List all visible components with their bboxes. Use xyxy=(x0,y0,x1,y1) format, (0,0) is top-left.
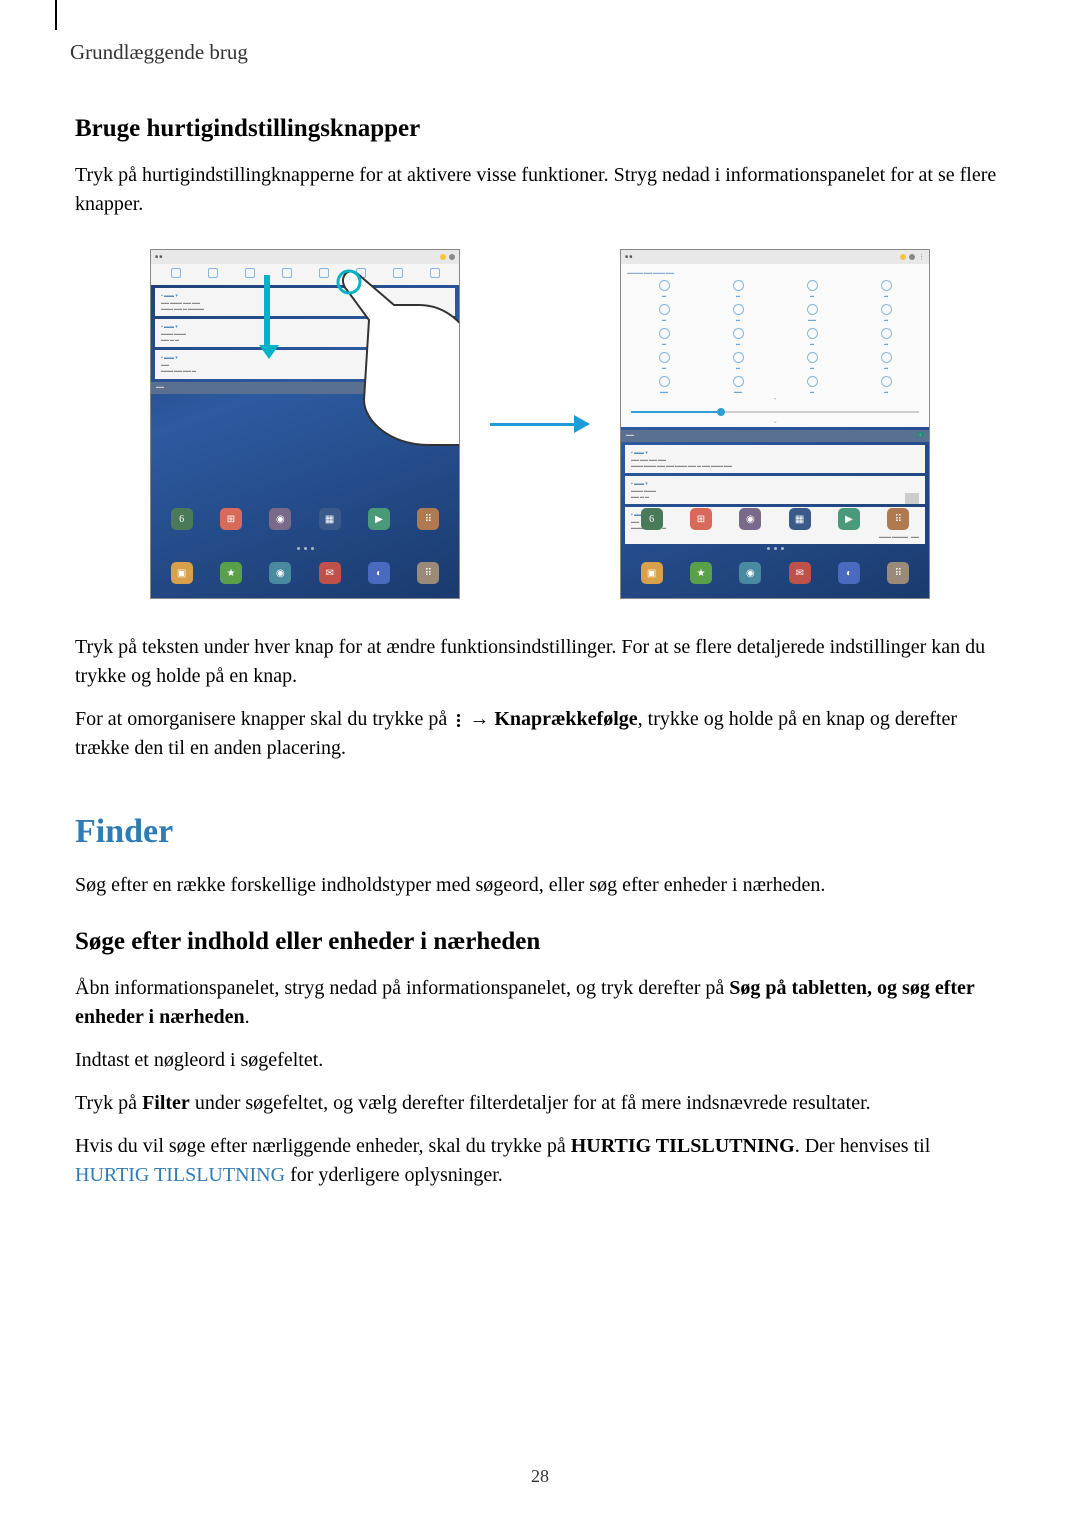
notification-card: ▪ ▬▬ ▾ ▬▬ ▬▬▬ ▬▬ ▬▬ ▬ xyxy=(155,350,455,378)
top-margin-rule xyxy=(55,0,57,30)
action-label: Filter xyxy=(142,1092,190,1114)
figure-device-collapsed: ■ ■ ▪ ▬▬ ▾ ▬▬ ▬▬▬ ▬▬ ▬▬ ▬▬▬ ▬▬ ▬ ▬▬▬▬ ▪ … xyxy=(150,249,460,599)
page-indicator xyxy=(621,547,929,550)
para-finder-quickconnect: Hvis du vil søge efter nærliggende enhed… xyxy=(75,1132,1005,1190)
text: Tryk på xyxy=(75,1092,142,1114)
figure-row: ■ ■ ▪ ▬▬ ▾ ▬▬ ▬▬▬ ▬▬ ▬▬ ▬▬▬ ▬▬ ▬ ▬▬▬▬ ▪ … xyxy=(75,249,1005,599)
dock-row-upper: 6 ⊞ ◉ ▦ ▶ ⠿ xyxy=(621,508,929,530)
text: . Der henvises til xyxy=(795,1135,931,1157)
menu-item-label: Knaprækkefølge xyxy=(494,708,637,730)
status-bar: ■ ■ ⋮ xyxy=(621,250,929,264)
text: . xyxy=(245,1006,250,1028)
para-finder-intro: Søg efter en række forskellige indholdst… xyxy=(75,871,1005,900)
action-label: HURTIG TILSLUTNING xyxy=(571,1135,795,1157)
page-number: 28 xyxy=(0,1466,1080,1487)
page-content: Grundlæggende brug Bruge hurtigindstilli… xyxy=(0,0,1080,1190)
text: Hvis du vil søge efter nærliggende enhed… xyxy=(75,1135,571,1157)
dock-row-lower: ▣ ★ ◉ ✉ ◐ ⠿ xyxy=(621,562,929,584)
panel-footer-bar: ▬▬ xyxy=(151,382,459,394)
status-bar: ■ ■ xyxy=(151,250,459,264)
status-time: ■ ■ xyxy=(155,255,162,260)
running-header: Grundlæggende brug xyxy=(70,40,1005,65)
notification-card: ▪ ▬▬ ▾ ▬▬▬ ▬▬▬ ▬▬ ▬ ▬ xyxy=(625,476,925,504)
status-time: ■ ■ xyxy=(625,255,632,260)
more-options-icon xyxy=(452,712,464,729)
panel-footer-bar: ▬▬▪ xyxy=(621,430,929,442)
text: for yderligere oplysninger. xyxy=(285,1164,503,1186)
notification-card: ▪ ▬▬ ▾ ▬▬ ▬▬▬ ▬▬ ▬▬ ▬▬▬ ▬▬ ▬ ▬▬▬▬ xyxy=(155,288,455,316)
notification-card: ▪ ▬▬ ▾ ▬▬▬ ▬▬▬ ▬▬ ▬ ▬ xyxy=(155,319,455,347)
dock-row-upper: 6 ⊞ ◉ ▦ ▶ ⠿ xyxy=(151,508,459,530)
para-qs-intro: Tryk på hurtigindstillingknapperne for a… xyxy=(75,161,1005,219)
text: Åbn informationspanelet, stryg nedad på … xyxy=(75,977,729,999)
text: For at omorganisere knapper skal du tryk… xyxy=(75,708,452,730)
cross-reference-link[interactable]: HURTIG TILSLUTNING xyxy=(75,1164,285,1186)
notification-card: ▪ ▬▬ ▾ ▬▬ ▬▬ ▬▬ ▬▬ ▬▬▬ ▬▬▬ ▬▬ ▬▬ ▬▬▬ ▬▬ … xyxy=(625,445,925,473)
text: → xyxy=(464,708,494,730)
para-qs-reorder: For at omorganisere knapper skal du tryk… xyxy=(75,705,1005,763)
figure-device-expanded: ■ ■ ⋮ ▬▬▬▬ ▬▬ ▬▬▬ ▬▬ ▬ ▬ ▬ ▬ ▬ ▬ ▬▬ ▬ ▬ … xyxy=(620,249,930,599)
heading-finder: Finder xyxy=(75,813,1005,851)
heading-quick-settings: Bruge hurtigindstillingsknapper xyxy=(75,115,1005,143)
para-finder-open: Åbn informationspanelet, stryg nedad på … xyxy=(75,974,1005,1032)
quick-settings-collapsed xyxy=(151,264,459,285)
para-finder-keyword: Indtast et nøgleord i søgefeltet. xyxy=(75,1046,1005,1075)
para-qs-label-hint: Tryk på teksten under hver knap for at æ… xyxy=(75,633,1005,691)
quick-settings-expanded: ▬▬▬▬ ▬▬ ▬▬▬ ▬▬ ▬ ▬ ▬ ▬ ▬ ▬ ▬▬ ▬ ▬ ▬ ▬ ▬ … xyxy=(621,264,929,427)
page-indicator xyxy=(151,547,459,550)
transition-arrow-icon xyxy=(490,415,590,433)
heading-finder-search: Søge efter indhold eller enheder i nærhe… xyxy=(75,928,1005,956)
brightness-slider xyxy=(631,411,919,413)
dock-row-lower: ▣ ★ ◉ ✉ ◐ ⠿ xyxy=(151,562,459,584)
text: under søgefeltet, og vælg derefter filte… xyxy=(190,1092,871,1114)
para-finder-filter: Tryk på Filter under søgefeltet, og vælg… xyxy=(75,1089,1005,1118)
